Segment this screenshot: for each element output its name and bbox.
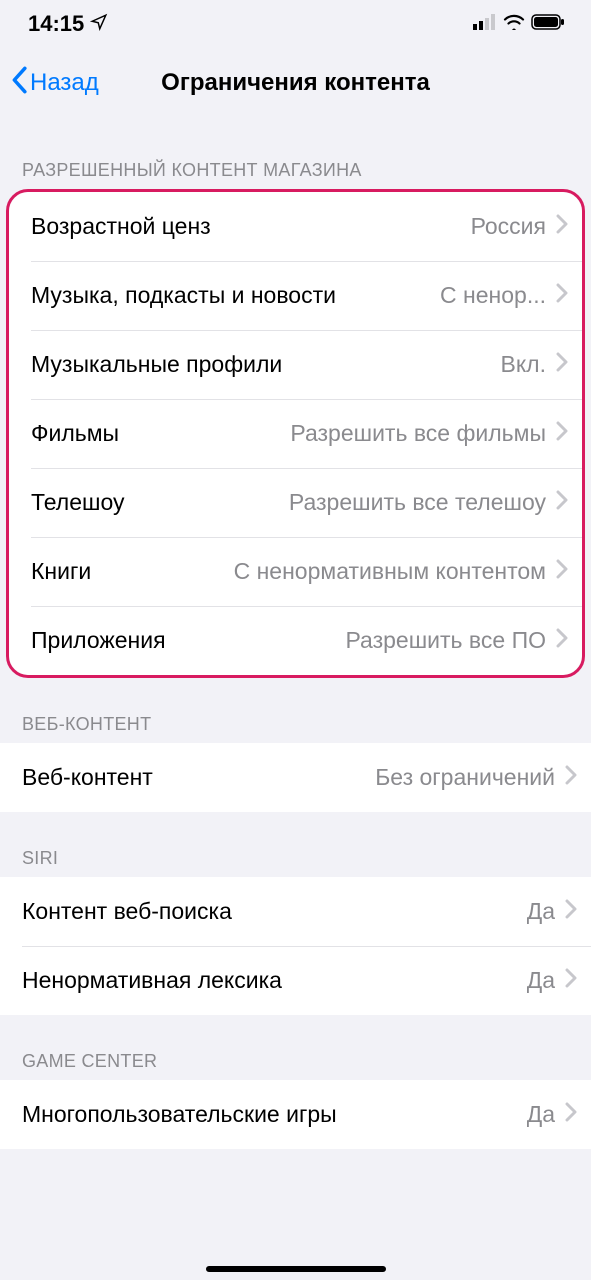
row-value: Без ограничений: [375, 764, 555, 791]
chevron-right-icon: [556, 352, 568, 377]
chevron-right-icon: [565, 765, 577, 790]
row-value: Разрешить все фильмы: [290, 420, 546, 447]
row-value: С ненормативным контентом: [234, 558, 546, 585]
row-web-content[interactable]: Веб-контент Без ограничений: [0, 743, 591, 812]
row-explicit-language[interactable]: Ненормативная лексика Да: [0, 946, 591, 1015]
row-label: Возрастной ценз: [31, 213, 211, 240]
status-right: [473, 14, 565, 35]
row-value: Да: [527, 967, 555, 994]
section-header-gamecenter: GAME CENTER: [0, 1015, 591, 1080]
section-header-web: ВЕБ-КОНТЕНТ: [0, 678, 591, 743]
home-indicator[interactable]: [206, 1266, 386, 1272]
status-left: 14:15: [28, 11, 108, 37]
chevron-right-icon: [556, 559, 568, 584]
back-label: Назад: [30, 69, 99, 97]
row-label: Музыка, подкасты и новости: [31, 282, 336, 309]
row-value: Да: [527, 898, 555, 925]
row-tv-shows[interactable]: Телешоу Разрешить все телешоу: [9, 468, 582, 537]
chevron-right-icon: [556, 283, 568, 308]
status-bar: 14:15: [0, 0, 591, 48]
row-music-podcasts-news[interactable]: Музыка, подкасты и новости С ненор...: [9, 261, 582, 330]
chevron-right-icon: [565, 968, 577, 993]
row-books[interactable]: Книги С ненормативным контентом: [9, 537, 582, 606]
row-value: Да: [527, 1101, 555, 1128]
section-header-store: РАЗРЕШЕННЫЙ КОНТЕНТ МАГАЗИНА: [0, 118, 591, 189]
row-label: Веб-контент: [22, 764, 153, 791]
list-group-store: Возрастной ценз Россия Музыка, подкасты …: [9, 192, 582, 675]
row-label: Приложения: [31, 627, 166, 654]
list-group-gamecenter: Многопользовательские игры Да: [0, 1080, 591, 1149]
section-header-siri: SIRI: [0, 812, 591, 877]
row-value: Вкл.: [501, 351, 546, 378]
wifi-icon: [503, 14, 525, 35]
row-label: Музыкальные профили: [31, 351, 282, 378]
row-movies[interactable]: Фильмы Разрешить все фильмы: [9, 399, 582, 468]
row-value: Россия: [471, 213, 546, 240]
chevron-right-icon: [565, 899, 577, 924]
highlighted-group: Возрастной ценз Россия Музыка, подкасты …: [6, 189, 585, 678]
row-label: Ненормативная лексика: [22, 967, 282, 994]
row-value: Разрешить все ПО: [345, 627, 546, 654]
list-group-siri: Контент веб-поиска Да Ненормативная лекс…: [0, 877, 591, 1015]
page-title: Ограничения контента: [161, 69, 430, 97]
status-time: 14:15: [28, 11, 84, 37]
cellular-icon: [473, 14, 497, 35]
battery-icon: [531, 14, 565, 35]
chevron-right-icon: [556, 490, 568, 515]
row-label: Фильмы: [31, 420, 119, 447]
row-web-search-content[interactable]: Контент веб-поиска Да: [0, 877, 591, 946]
row-label: Многопользовательские игры: [22, 1101, 337, 1128]
row-music-profiles[interactable]: Музыкальные профили Вкл.: [9, 330, 582, 399]
row-value: С ненор...: [440, 282, 546, 309]
row-age-rating[interactable]: Возрастной ценз Россия: [9, 192, 582, 261]
row-multiplayer-games[interactable]: Многопользовательские игры Да: [0, 1080, 591, 1149]
row-apps[interactable]: Приложения Разрешить все ПО: [9, 606, 582, 675]
chevron-right-icon: [556, 421, 568, 446]
chevron-right-icon: [565, 1102, 577, 1127]
row-label: Контент веб-поиска: [22, 898, 232, 925]
list-group-web: Веб-контент Без ограничений: [0, 743, 591, 812]
chevron-left-icon: [10, 66, 28, 101]
back-button[interactable]: Назад: [10, 66, 99, 101]
chevron-right-icon: [556, 214, 568, 239]
row-label: Книги: [31, 558, 91, 585]
chevron-right-icon: [556, 628, 568, 653]
location-icon: [90, 11, 108, 37]
nav-bar: Назад Ограничения контента: [0, 48, 591, 118]
row-label: Телешоу: [31, 489, 124, 516]
row-value: Разрешить все телешоу: [289, 489, 546, 516]
